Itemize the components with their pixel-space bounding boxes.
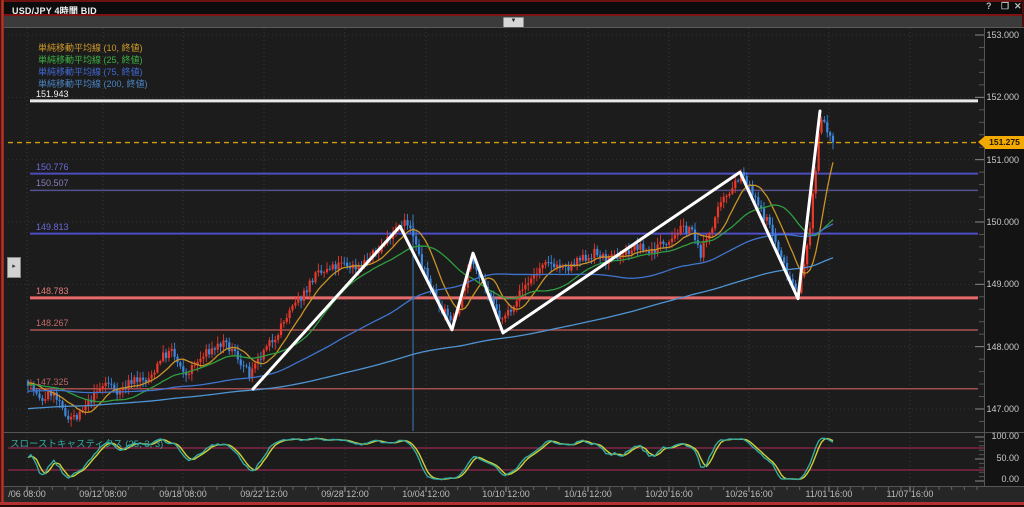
price-tick-148: 148.000 [986,342,1019,352]
level-label-147325: 147.325 [36,377,69,387]
time-tick-7: 10/16 12:00 [564,489,612,499]
time-tick-9: 10/26 16:00 [725,489,773,499]
price-tick-147: 147.000 [986,404,1019,414]
current-price-arrow [978,136,985,148]
level-label-150776: 150.776 [36,162,69,172]
time-tick-3: 09/22 12:00 [240,489,288,499]
time-axis[interactable]: /06 08:00 09/12 08:00 09/18 08:00 09/22 … [4,487,1024,502]
level-label-148267: 148.267 [36,318,69,328]
stoch-tick-0: 0.00 [1001,474,1019,484]
time-tick-2: 09/18 08:00 [159,489,207,499]
stoch-tick-100: 100.00 [991,431,1019,441]
panel-expand-handle[interactable]: ▸ [7,257,21,278]
price-tick-153: 153.000 [986,30,1019,40]
price-tick-152: 152.000 [986,92,1019,102]
time-tick-8: 10/20 16:00 [645,489,693,499]
level-label-148783: 148.783 [36,286,69,296]
price-tick-149: 149.000 [986,279,1019,289]
time-tick-4: 09/28 12:00 [321,489,369,499]
level-label-151943: 151.943 [36,89,69,99]
time-tick-5: 10/04 12:00 [402,489,450,499]
chart-canvas[interactable] [0,0,1024,507]
time-tick-11: 11/07 16:00 [887,489,934,499]
current-price-badge: 151.275 [985,136,1024,149]
price-tick-151: 151.000 [986,155,1019,165]
time-tick-10: 11/01 16:00 [806,489,853,499]
time-tick-1: 09/12 08:00 [79,489,127,499]
stoch-tick-50: 50.00 [996,453,1019,463]
time-tick-0: /06 08:00 [8,489,46,499]
level-label-150507: 150.507 [36,178,69,188]
stochastic-label: スローストキャスティクス (25, 3, 3) [10,436,163,450]
time-tick-6: 10/10 12:00 [482,489,530,499]
level-label-149813: 149.813 [36,222,69,232]
app-window: USD/JPY 4時間 BID ? ❐ ✕ ▼ ▸ 単純移動平均線 (10, 終… [0,0,1024,507]
price-tick-150: 150.000 [986,217,1019,227]
